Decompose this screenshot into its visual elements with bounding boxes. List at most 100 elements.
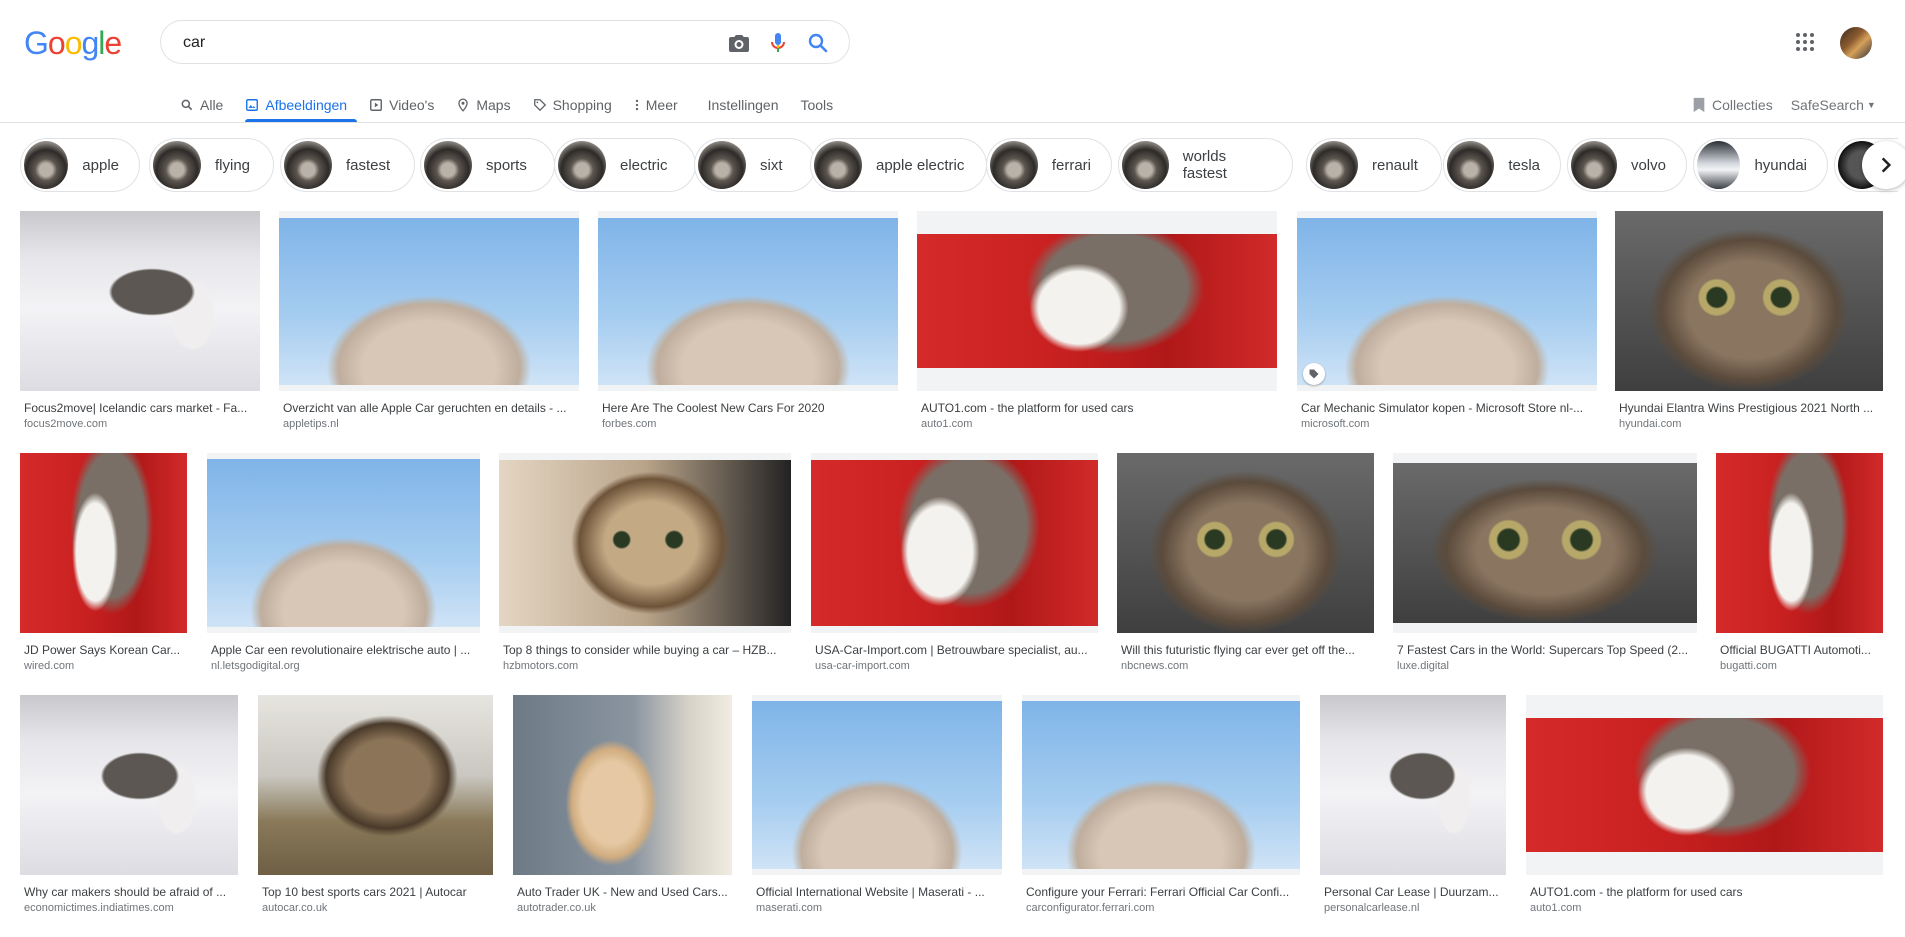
image-result[interactable]: AUTO1.com - the platform for used cars a… <box>917 211 1277 439</box>
result-thumbnail[interactable] <box>1393 453 1697 633</box>
image-result[interactable]: USA-Car-Import.com | Betrouwbare special… <box>811 453 1098 681</box>
result-thumbnail[interactable] <box>20 211 260 391</box>
chip-thumbnail <box>1310 141 1358 189</box>
result-title[interactable]: Hyundai Elantra Wins Prestigious 2021 No… <box>1619 401 1881 415</box>
image-result[interactable]: Why car makers should be afraid of ... e… <box>20 695 238 923</box>
result-title[interactable]: Focus2move| Icelandic cars market - Fa..… <box>24 401 258 415</box>
image-result[interactable]: Official BUGATTI Automoti... bugatti.com <box>1716 453 1883 681</box>
result-thumbnail[interactable] <box>598 211 898 391</box>
result-title[interactable]: Configure your Ferrari: Ferrari Official… <box>1026 885 1298 899</box>
chip-flying[interactable]: flying <box>149 138 274 192</box>
tab-settings[interactable]: Instellingen <box>708 88 779 122</box>
result-thumbnail[interactable] <box>258 695 493 875</box>
image-result[interactable]: Overzicht van alle Apple Car geruchten e… <box>279 211 579 439</box>
tab-label: Instellingen <box>707 97 779 113</box>
result-thumbnail[interactable] <box>279 211 579 391</box>
result-thumbnail[interactable] <box>1716 453 1883 633</box>
result-thumbnail[interactable] <box>1117 453 1374 633</box>
image-result[interactable]: Apple Car een revolutionaire elektrische… <box>207 453 480 681</box>
camera-icon[interactable] <box>727 31 751 55</box>
tab-tools[interactable]: Tools <box>800 88 833 122</box>
result-thumbnail[interactable] <box>207 453 480 633</box>
chip-renault[interactable]: renault <box>1306 138 1442 192</box>
tab-images[interactable]: Afbeeldingen <box>245 88 357 122</box>
result-thumbnail[interactable] <box>513 695 732 875</box>
image-result[interactable]: Here Are The Coolest New Cars For 2020 f… <box>598 211 898 439</box>
chip-fastest[interactable]: fastest <box>280 138 415 192</box>
image-result[interactable]: Official International Website | Maserat… <box>752 695 1002 923</box>
result-title[interactable]: Car Mechanic Simulator kopen - Microsoft… <box>1301 401 1595 415</box>
tab-more[interactable]: Meer <box>634 88 678 122</box>
result-title[interactable]: Official International Website | Maserat… <box>756 885 1000 899</box>
result-thumbnail[interactable] <box>20 695 238 875</box>
image-result[interactable]: Personal Car Lease | Duurzam... personal… <box>1320 695 1506 923</box>
chips-next-button[interactable] <box>1862 141 1905 189</box>
result-title[interactable]: Top 10 best sports cars 2021 | Autocar <box>262 885 491 899</box>
result-source: auto1.com <box>1530 902 1582 914</box>
image-result[interactable]: Top 10 best sports cars 2021 | Autocar a… <box>258 695 493 923</box>
result-thumbnail[interactable] <box>1526 695 1883 875</box>
image-result[interactable]: JD Power Says Korean Car... wired.com <box>20 453 187 681</box>
result-thumbnail[interactable] <box>752 695 1002 875</box>
result-title[interactable]: Auto Trader UK - New and Used Cars... <box>517 885 730 899</box>
image-result[interactable]: Hyundai Elantra Wins Prestigious 2021 No… <box>1615 211 1883 439</box>
chip-volvo[interactable]: volvo <box>1567 138 1687 192</box>
chip-electric[interactable]: electric <box>554 138 696 192</box>
result-title[interactable]: Overzicht van alle Apple Car geruchten e… <box>283 401 577 415</box>
result-thumbnail[interactable] <box>811 453 1098 633</box>
result-source: microsoft.com <box>1301 418 1370 430</box>
safesearch-dropdown[interactable]: SafeSearch ▼ <box>1791 97 1876 113</box>
play-icon <box>370 99 383 111</box>
apps-grid-icon[interactable] <box>1793 30 1817 54</box>
result-title[interactable]: 7 Fastest Cars in the World: Supercars T… <box>1397 643 1695 657</box>
result-thumbnail[interactable] <box>917 211 1277 391</box>
result-title[interactable]: Top 8 things to consider while buying a … <box>503 643 789 657</box>
chip-ferrari[interactable]: ferrari <box>986 138 1112 192</box>
chip-sixt[interactable]: sixt <box>694 138 816 192</box>
result-source: luxe.digital <box>1397 660 1449 672</box>
image-result[interactable]: AUTO1.com - the platform for used cars a… <box>1526 695 1883 923</box>
tab-all[interactable]: Alle <box>180 88 223 122</box>
avatar[interactable] <box>1840 27 1872 59</box>
result-title[interactable]: JD Power Says Korean Car... <box>24 643 185 657</box>
chip-sports[interactable]: sports <box>420 138 555 192</box>
chip-apple[interactable]: apple <box>20 138 140 192</box>
result-thumbnail[interactable] <box>1320 695 1506 875</box>
image-result[interactable]: Top 8 things to consider while buying a … <box>499 453 791 681</box>
microphone-icon[interactable] <box>766 31 790 55</box>
chip-thumbnail <box>24 141 69 189</box>
google-logo[interactable]: Google <box>24 25 122 62</box>
image-result[interactable]: Focus2move| Icelandic cars market - Fa..… <box>20 211 260 439</box>
result-thumbnail[interactable] <box>1297 211 1597 391</box>
result-title[interactable]: AUTO1.com - the platform for used cars <box>1530 885 1881 899</box>
chip-hyundai[interactable]: hyundai <box>1693 138 1828 192</box>
search-input[interactable] <box>181 30 685 56</box>
tab-label: Meer <box>645 97 678 113</box>
result-thumbnail[interactable] <box>20 453 187 633</box>
result-thumbnail[interactable] <box>1022 695 1300 875</box>
result-title[interactable]: Personal Car Lease | Duurzam... <box>1324 885 1504 899</box>
chip-worlds-fastest[interactable]: worlds fastest <box>1118 138 1293 192</box>
result-title[interactable]: Official BUGATTI Automoti... <box>1720 643 1881 657</box>
result-title[interactable]: AUTO1.com - the platform for used cars <box>921 401 1275 415</box>
image-result[interactable]: Auto Trader UK - New and Used Cars... au… <box>513 695 732 923</box>
result-title[interactable]: Why car makers should be afraid of ... <box>24 885 236 899</box>
tab-maps[interactable]: Maps <box>456 88 511 122</box>
result-title[interactable]: Will this futuristic flying car ever get… <box>1121 643 1372 657</box>
result-thumbnail[interactable] <box>1615 211 1883 391</box>
search-icon[interactable] <box>806 31 830 55</box>
tab-label: Shopping <box>552 97 612 113</box>
image-result[interactable]: Configure your Ferrari: Ferrari Official… <box>1022 695 1300 923</box>
result-title[interactable]: USA-Car-Import.com | Betrouwbare special… <box>815 643 1096 657</box>
tab-videos[interactable]: Video's <box>369 88 434 122</box>
image-result[interactable]: Will this futuristic flying car ever get… <box>1117 453 1374 681</box>
tab-shopping[interactable]: Shopping <box>533 88 612 122</box>
image-result[interactable]: 7 Fastest Cars in the World: Supercars T… <box>1393 453 1697 681</box>
chip-apple-electric[interactable]: apple electric <box>810 138 987 192</box>
image-result[interactable]: Car Mechanic Simulator kopen - Microsoft… <box>1297 211 1597 439</box>
result-thumbnail[interactable] <box>499 453 791 633</box>
result-title[interactable]: Apple Car een revolutionaire elektrische… <box>211 643 478 657</box>
collections-link[interactable]: Collecties <box>1692 97 1773 113</box>
result-title[interactable]: Here Are The Coolest New Cars For 2020 <box>602 401 896 415</box>
chip-tesla[interactable]: tesla <box>1443 138 1561 192</box>
